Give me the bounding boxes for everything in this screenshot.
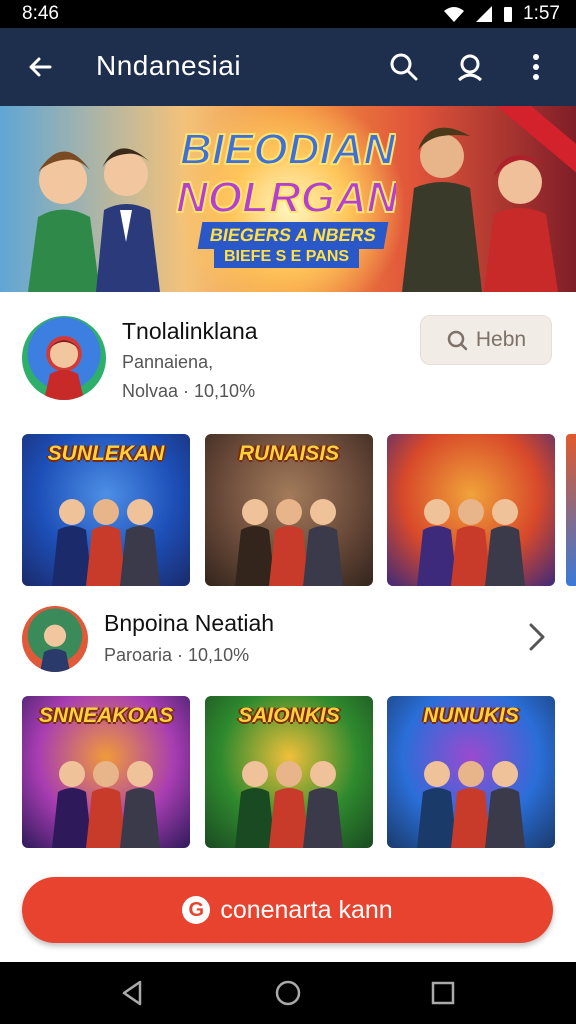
app-bar: Nndanesiai: [0, 28, 576, 106]
follow-button[interactable]: Hebn: [420, 315, 552, 365]
channel-meta-line2: Nolvaa · 10,10%: [122, 381, 256, 401]
banner-title-line2: NOLRGAN: [176, 173, 396, 222]
banner-subtitle: BIEGERS A NBERS: [197, 222, 389, 249]
search-icon[interactable]: [384, 47, 424, 87]
cta-label: conenarta kann: [220, 895, 393, 924]
status-right-time: 1:57: [523, 3, 560, 24]
banner-title-line1: BIEODIAN: [180, 125, 396, 174]
banner-tagline: BIEFE S E PANS: [214, 246, 360, 268]
channel-avatar[interactable]: [22, 316, 106, 400]
system-nav-bar: [0, 962, 576, 1024]
channel2-avatar[interactable]: [22, 606, 88, 672]
tile-logo: SAIONKIS: [238, 704, 340, 727]
row2-tile[interactable]: SNNEAKOAS: [22, 696, 190, 848]
status-time: 8:46: [22, 3, 59, 24]
row2-tile[interactable]: SAIONKIS: [205, 696, 373, 848]
search-small-icon: [447, 330, 468, 351]
page-title: Nndanesiai: [96, 50, 242, 81]
cta-logo-icon: G: [182, 896, 211, 924]
banner-character-right: [402, 127, 558, 292]
tile-logo: NUNUKIS: [423, 704, 519, 727]
promo-banner[interactable]: BIEGERS A NBERS BIEODIAN NOLRGAN BIEFE S…: [0, 106, 576, 292]
row2-tile[interactable]: NUNUKIS: [387, 696, 555, 848]
row1-tile[interactable]: SUNLEKAN: [22, 434, 190, 586]
banner-logo: BIEODIAN NOLRGAN: [176, 124, 396, 223]
banner-character-left: [28, 148, 160, 292]
back-arrow-icon[interactable]: [20, 47, 60, 87]
channel2-meta: Paroaria · 10,10%: [104, 645, 250, 665]
status-icons: 1:57: [443, 3, 560, 25]
nav-home-icon[interactable]: [273, 978, 303, 1008]
nav-back-icon[interactable]: [118, 978, 148, 1008]
tile-logo: RUNAISIS: [238, 442, 340, 465]
row1-tile[interactable]: RUNAISIS: [205, 434, 373, 586]
tile-logo: SUNLEKAN: [47, 442, 165, 465]
wifi-icon: [444, 7, 465, 22]
tile-artwork: [417, 499, 525, 586]
row1-tile[interactable]: [387, 434, 555, 586]
channel2-name[interactable]: Bnpoina Neatiah: [104, 610, 274, 637]
row1-overflow-tile[interactable]: [566, 434, 576, 586]
follow-button-label: Hebn: [475, 328, 527, 351]
chevron-right-icon[interactable]: [524, 622, 550, 652]
primary-cta-button[interactable]: G conenarta kann: [22, 877, 553, 943]
channel-meta-line1: Pannaiena,: [122, 352, 214, 372]
nav-recents-icon[interactable]: [428, 978, 458, 1008]
status-bar: 8:46 1:57: [0, 0, 576, 28]
channel-name[interactable]: Tnolalinklana: [122, 318, 258, 345]
signal-icon: [476, 6, 493, 22]
battery-icon: [504, 7, 513, 22]
more-vert-icon[interactable]: [516, 47, 556, 87]
account-icon[interactable]: [450, 47, 490, 87]
tile-logo: SNNEAKOAS: [38, 704, 174, 727]
